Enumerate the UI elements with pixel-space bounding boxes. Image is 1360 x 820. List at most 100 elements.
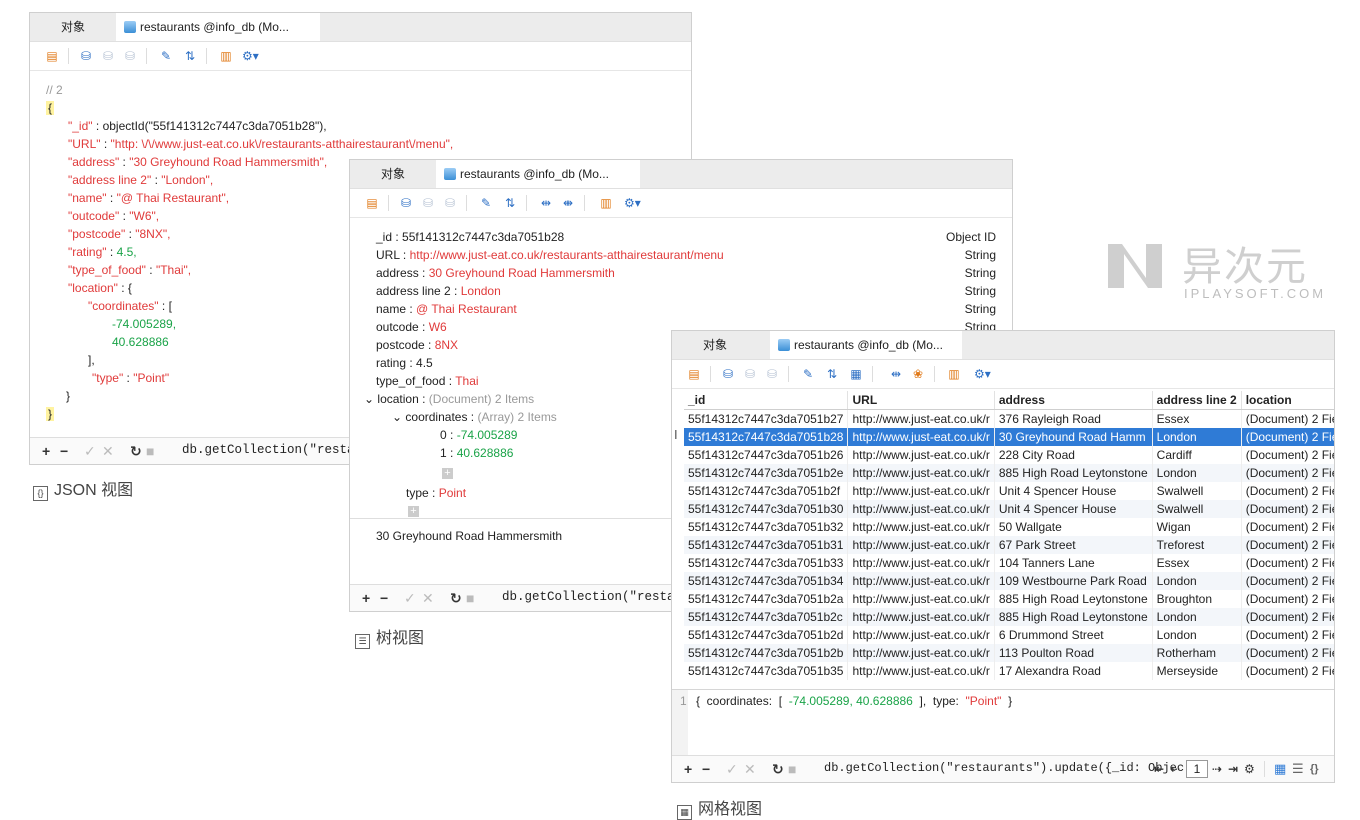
tab-objects[interactable]: 对象 xyxy=(30,13,116,41)
table-cell[interactable]: (Document) 2 Fields xyxy=(1241,626,1334,644)
table-cell[interactable]: 55f14312c7447c3da7051b2c xyxy=(684,608,849,626)
table-cell[interactable]: Cardiff xyxy=(1152,446,1242,464)
table-cell[interactable]: Essex xyxy=(1152,554,1242,572)
table-cell[interactable]: London xyxy=(1152,608,1242,626)
tree-row[interactable]: 0 : -74.005289 xyxy=(440,426,517,444)
table-cell[interactable]: 885 High Road Leytonstone xyxy=(994,608,1153,626)
table-row[interactable]: 55f14312c7447c3da7051b2d http://www.just-… xyxy=(684,626,1334,644)
table-cell[interactable]: Rotherham xyxy=(1152,644,1242,662)
table-cell[interactable]: http://www.just-eat.co.uk/r xyxy=(847,536,995,554)
table-row[interactable]: 55f14312c7447c3da7051b28 http://www.just-… xyxy=(684,428,1334,446)
json-line[interactable]: "type_of_food" : "Thai", xyxy=(68,261,191,279)
table-cell[interactable]: 885 High Road Leytonstone xyxy=(994,590,1153,608)
json-line[interactable]: "postcode" : "8NX", xyxy=(68,225,170,243)
tree-row[interactable]: 1 : 40.628886 xyxy=(440,444,513,462)
tab-objects[interactable]: 对象 xyxy=(672,331,758,359)
table-cell[interactable]: http://www.just-eat.co.uk/r xyxy=(847,409,995,428)
table-row[interactable]: 55f14312c7447c3da7051b30 http://www.just-… xyxy=(684,500,1334,518)
grid-icon[interactable]: ▦ xyxy=(848,366,864,382)
json-line[interactable]: "location" : { xyxy=(68,279,132,297)
tools-icon[interactable]: ⚙▾ xyxy=(974,366,991,382)
edit-icon[interactable]: ✎ xyxy=(158,48,174,64)
chart-icon[interactable]: ▥ xyxy=(598,195,614,211)
last-page-icon[interactable]: ⇥ xyxy=(1228,761,1238,777)
json-line[interactable]: "address line 2" : "London", xyxy=(68,171,213,189)
tree-row[interactable]: type : Point xyxy=(406,484,466,502)
table-cell[interactable]: 376 Rayleigh Road xyxy=(994,409,1153,428)
table-row[interactable]: 55f14312c7447c3da7051b26 http://www.just-… xyxy=(684,446,1334,464)
table-row[interactable]: 55f14312c7447c3da7051b34 http://www.just-… xyxy=(684,572,1334,590)
table-cell[interactable]: http://www.just-eat.co.uk/r xyxy=(847,626,995,644)
table-cell[interactable]: http://www.just-eat.co.uk/r xyxy=(847,428,995,446)
add-document-icon[interactable]: ⛁ xyxy=(78,48,94,64)
table-cell[interactable]: Unit 4 Spencer House xyxy=(994,482,1153,500)
table-cell[interactable]: 109 Westbourne Park Road xyxy=(994,572,1153,590)
table-cell[interactable]: Merseyside xyxy=(1152,662,1242,680)
table-cell[interactable]: 50 Wallgate xyxy=(994,518,1153,536)
apply-icon[interactable]: ✓ xyxy=(726,761,738,777)
tree-row[interactable]: address line 2 : London String xyxy=(376,282,1012,300)
stop-icon[interactable]: ■ xyxy=(466,590,474,606)
table-cell[interactable]: http://www.just-eat.co.uk/r xyxy=(847,644,995,662)
discard-icon[interactable]: ✕ xyxy=(744,761,756,777)
table-cell[interactable]: http://www.just-eat.co.uk/r xyxy=(847,590,995,608)
data-grid[interactable]: _id URL address address line 2 location 55f1… xyxy=(684,391,1334,680)
remove-icon[interactable]: − xyxy=(60,443,68,459)
editor-line[interactable]: { coordinates: [ -74.005289, 40.628886 ]… xyxy=(696,694,1012,708)
stop-icon[interactable]: ■ xyxy=(788,761,796,777)
table-cell[interactable]: 55f14312c7447c3da7051b2f xyxy=(684,482,849,500)
tools-icon[interactable]: ⚙▾ xyxy=(624,195,641,211)
delete-document-icon[interactable]: ⛁ xyxy=(442,195,458,211)
table-row[interactable]: 55f14312c7447c3da7051b35 http://www.just-… xyxy=(684,662,1334,680)
table-cell[interactable]: Treforest xyxy=(1152,536,1242,554)
table-cell[interactable]: Swalwell xyxy=(1152,482,1242,500)
table-cell[interactable]: 55f14312c7447c3da7051b2a xyxy=(684,590,849,608)
table-cell[interactable]: 30 Greyhound Road Hamm xyxy=(994,428,1153,446)
edit-document-icon[interactable]: ⛁ xyxy=(100,48,116,64)
apply-icon[interactable]: ✓ xyxy=(404,590,416,606)
add-document-icon[interactable]: ⛁ xyxy=(720,366,736,382)
table-cell[interactable]: (Document) 2 Fields xyxy=(1241,572,1334,590)
delete-document-icon[interactable]: ⛁ xyxy=(122,48,138,64)
import-icon[interactable]: ▤ xyxy=(44,48,60,64)
table-cell[interactable]: 55f14312c7447c3da7051b26 xyxy=(684,446,849,464)
edit-document-icon[interactable]: ⛁ xyxy=(420,195,436,211)
column-header[interactable]: address xyxy=(994,391,1153,410)
table-cell[interactable]: (Document) 2 Fields xyxy=(1241,554,1334,572)
chart-icon[interactable]: ▥ xyxy=(946,366,962,382)
json-line[interactable]: "_id" : objectId("55f141312c7447c3da7051… xyxy=(68,117,327,135)
column-header[interactable]: location xyxy=(1241,391,1334,410)
table-cell[interactable]: http://www.just-eat.co.uk/r xyxy=(847,554,995,572)
expand-icon[interactable]: ⇹ xyxy=(888,366,904,382)
table-row[interactable]: 55f14312c7447c3da7051b31 http://www.just-… xyxy=(684,536,1334,554)
table-cell[interactable]: (Document) 2 Fields xyxy=(1241,482,1334,500)
edit-icon[interactable]: ✎ xyxy=(800,366,816,382)
chevron-down-icon[interactable]: ⌄ xyxy=(364,392,374,406)
page-number-input[interactable]: 1 xyxy=(1186,760,1208,778)
table-cell[interactable]: http://www.just-eat.co.uk/r xyxy=(847,608,995,626)
table-row[interactable]: 55f14312c7447c3da7051b2f http://www.just-… xyxy=(684,482,1334,500)
expand-icon[interactable]: ⇹ xyxy=(538,195,554,211)
settings-icon[interactable]: ⚙ xyxy=(1244,761,1255,777)
json-line[interactable]: "name" : "@ Thai Restaurant", xyxy=(68,189,229,207)
table-cell[interactable]: (Document) 2 Fields xyxy=(1241,500,1334,518)
tab-collection[interactable]: restaurants @info_db (Mo... xyxy=(436,160,640,188)
collapse-icon[interactable]: ⇼ xyxy=(560,195,576,211)
delete-document-icon[interactable]: ⛁ xyxy=(764,366,780,382)
table-cell[interactable]: http://www.just-eat.co.uk/r xyxy=(847,662,995,680)
table-row[interactable]: 55f14312c7447c3da7051b32 http://www.just-… xyxy=(684,518,1334,536)
remove-icon[interactable]: − xyxy=(380,590,388,606)
table-row[interactable]: 55f14312c7447c3da7051b2c http://www.just-… xyxy=(684,608,1334,626)
tree-node-location[interactable]: ⌄ location : (Document) 2 Items xyxy=(364,390,534,408)
json-view-icon[interactable]: {} xyxy=(1310,761,1319,777)
discard-icon[interactable]: ✕ xyxy=(102,443,114,459)
table-cell[interactable]: 55f14312c7447c3da7051b31 xyxy=(684,536,849,554)
column-header[interactable]: URL xyxy=(847,391,995,410)
table-cell[interactable]: London xyxy=(1152,464,1242,482)
table-cell[interactable]: 55f14312c7447c3da7051b32 xyxy=(684,518,849,536)
tab-collection[interactable]: restaurants @info_db (Mo... xyxy=(116,13,320,41)
table-cell[interactable]: 104 Tanners Lane xyxy=(994,554,1153,572)
table-cell[interactable]: (Document) 2 Fields xyxy=(1241,409,1334,428)
tree-row[interactable]: address : 30 Greyhound Road Hammersmith S… xyxy=(376,264,1012,282)
table-cell[interactable]: 228 City Road xyxy=(994,446,1153,464)
